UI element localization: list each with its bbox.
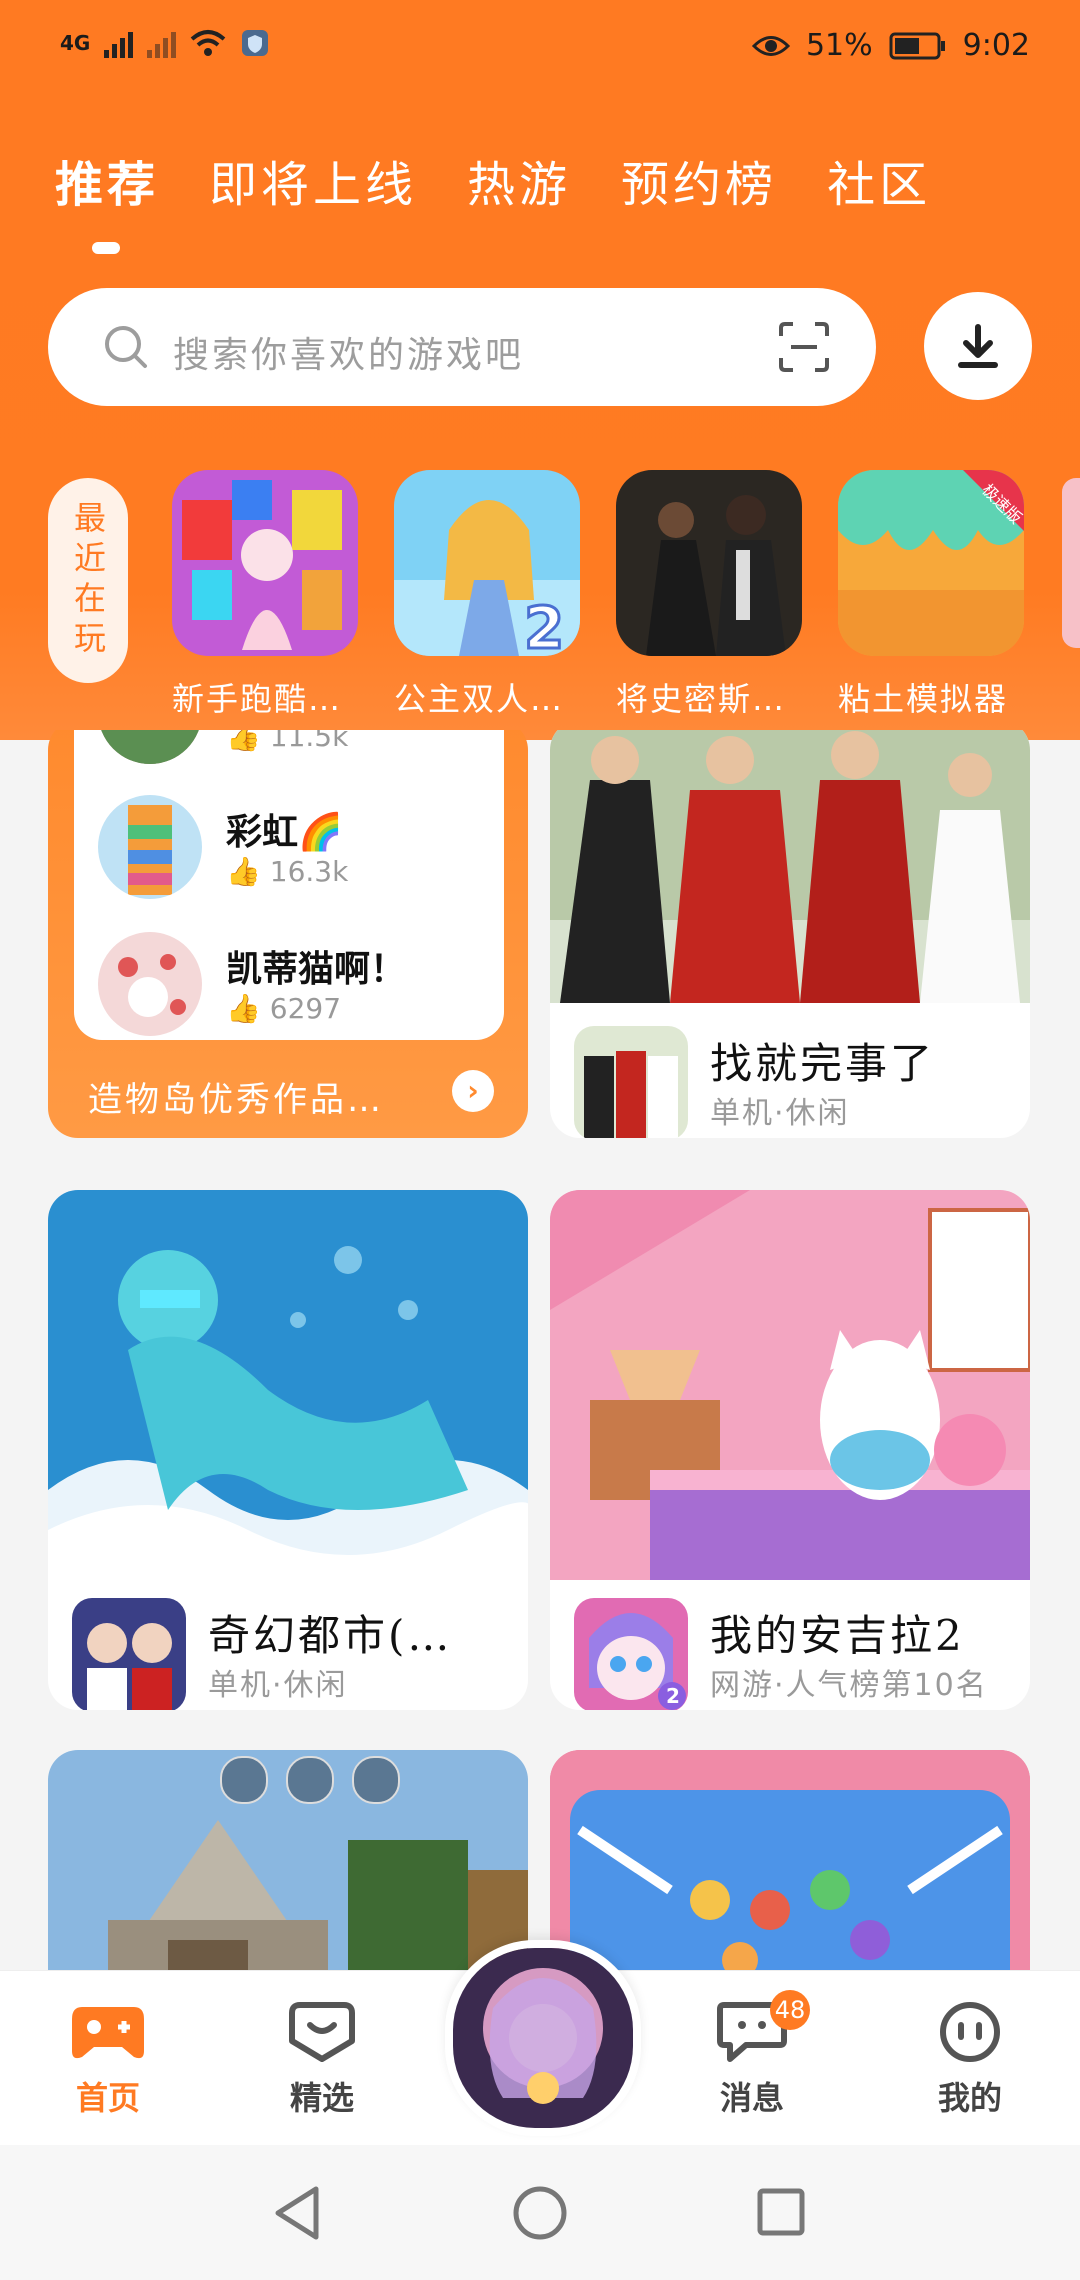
collection-name: 彩虹🌈 — [226, 812, 343, 853]
collection-thumb — [98, 795, 202, 899]
gamepad-icon — [352, 1756, 400, 1804]
recent-game-thumb — [616, 470, 802, 656]
wifi-icon — [191, 30, 226, 56]
scan-icon[interactable] — [777, 320, 831, 374]
nav-home[interactable]: 首页 — [48, 2001, 168, 2119]
likes-count: 6297 — [269, 992, 342, 1025]
game-card[interactable]: 找就完事了 单机·休闲 — [550, 730, 1030, 1138]
heart-icon — [289, 2002, 355, 2062]
recents-icon[interactable] — [756, 2187, 806, 2237]
network-label: 4G — [60, 31, 91, 55]
collection-item[interactable]: 彩虹🌈 👍 16.3k — [98, 795, 498, 905]
collection-footer: 造物岛优秀作品… — [88, 1080, 384, 1120]
center-avatar[interactable] — [445, 1940, 641, 2136]
tab-community[interactable]: 社区 — [827, 145, 931, 215]
svg-text:2: 2 — [524, 594, 564, 656]
home-icon[interactable] — [512, 2185, 568, 2241]
header: 4G 51% 9:02 推荐 即将上线 热游 预约榜 社区 搜索你喜欢的游戏吧 … — [0, 0, 1080, 740]
collection-thumb — [98, 730, 202, 764]
shield-icon — [242, 30, 269, 56]
recent-game-name: 公主双人… — [394, 680, 565, 718]
media-icons — [220, 1756, 400, 1804]
search-placeholder: 搜索你喜欢的游戏吧 — [173, 335, 525, 376]
game-subtitle: 单机·休闲 — [208, 1668, 348, 1703]
game-title: 我的安吉拉2 — [710, 1611, 965, 1660]
game-banner — [550, 730, 1030, 1003]
recent-game-thumb — [172, 470, 358, 656]
game-title: 找就完事了 — [710, 1039, 936, 1088]
collection-likes: 👍 16.3k — [226, 855, 349, 888]
game-subtitle: 单机·休闲 — [710, 1096, 850, 1131]
recent-game-name: 粘土模拟器 — [838, 680, 1009, 718]
nav-featured[interactable]: 精选 — [262, 2001, 382, 2119]
search-icon — [105, 326, 147, 368]
system-nav — [0, 2145, 1080, 2280]
download-button[interactable] — [924, 292, 1032, 400]
tab-preorder-rank[interactable]: 预约榜 — [621, 145, 777, 215]
likes-count: 16.3k — [269, 855, 349, 888]
tab-indicator — [92, 242, 120, 254]
app-icon — [72, 1598, 186, 1710]
battery-icon — [889, 32, 945, 59]
recent-game-name: 将史密斯… — [616, 680, 787, 718]
nav-me[interactable]: 我的 — [910, 2001, 1030, 2119]
message-badge: 48 — [770, 1990, 810, 2030]
video-icon — [286, 1756, 334, 1804]
collection-likes: 👍 11.5k — [226, 730, 348, 753]
tab-hot[interactable]: 热游 — [467, 145, 571, 215]
app-icon: 2 — [574, 1598, 688, 1710]
image-icon — [220, 1756, 268, 1804]
recent-game-name: 新手跑酷… — [172, 680, 343, 718]
back-icon[interactable] — [272, 2185, 322, 2241]
recent-label[interactable]: 最近在玩 — [48, 478, 128, 683]
signal-icon — [104, 28, 134, 58]
collection-name: 凯蒂猫啊！ — [226, 949, 407, 990]
recent-game-thumb: 2 — [394, 470, 580, 656]
tab-upcoming[interactable]: 即将上线 — [209, 145, 417, 215]
collection-item[interactable]: 👍 11.5k — [98, 730, 498, 770]
recent-game-3[interactable]: 将史密斯… — [616, 470, 802, 720]
svg-text:2: 2 — [666, 1684, 680, 1708]
signal-2-icon — [147, 28, 177, 58]
app-icon — [574, 1026, 688, 1138]
collection-thumb — [98, 932, 202, 1036]
game-card[interactable] — [48, 1750, 528, 1970]
recent-game-peek — [1062, 478, 1080, 648]
nav-label: 首页 — [75, 2079, 140, 2117]
eye-icon — [751, 35, 790, 56]
collection-likes: 👍 6297 — [226, 992, 342, 1025]
search-bar[interactable]: 搜索你喜欢的游戏吧 — [48, 288, 876, 406]
nav-label: 我的 — [937, 2079, 1002, 2117]
recent-game-1[interactable]: 新手跑酷… — [172, 470, 358, 720]
status-left: 4G — [60, 28, 270, 58]
collection-item[interactable]: 凯蒂猫啊！ 👍 6297 — [98, 932, 498, 1042]
game-banner — [550, 1750, 1030, 1970]
face-icon — [940, 2002, 1000, 2062]
recent-game-thumb: 极速版 — [838, 470, 1024, 656]
recent-game-2[interactable]: 2 公主双人… — [394, 470, 580, 720]
nav-label: 消息 — [719, 2079, 784, 2117]
recent-game-4[interactable]: 极速版 粘土模拟器 — [838, 470, 1024, 720]
game-subtitle: 网游·人气榜第10名 — [710, 1668, 988, 1703]
clock: 9:02 — [962, 28, 1030, 63]
game-card[interactable] — [550, 1750, 1030, 1970]
collection-card[interactable]: 👍 11.5k 彩虹🌈 👍 16.3k 凯蒂猫啊！ 👍 6297 造物岛优秀作品… — [48, 730, 528, 1138]
tab-recommend[interactable]: 推荐 — [55, 145, 159, 215]
top-tabs: 推荐 即将上线 热游 预约榜 社区 — [55, 140, 931, 220]
game-banner — [550, 1190, 1030, 1580]
battery-percent: 51% — [805, 28, 873, 63]
feed: 👍 11.5k 彩虹🌈 👍 16.3k 凯蒂猫啊！ 👍 6297 造物岛优秀作品… — [0, 730, 1080, 1970]
gamepad-icon — [72, 2007, 144, 2059]
download-icon — [958, 324, 998, 368]
likes-count: 11.5k — [269, 730, 349, 753]
status-right: 51% 9:02 — [751, 28, 1030, 63]
game-card[interactable]: 奇幻都市(… 单机·休闲 — [48, 1190, 528, 1710]
collection-list: 👍 11.5k 彩虹🌈 👍 16.3k 凯蒂猫啊！ 👍 6297 — [74, 730, 504, 1040]
game-banner — [48, 1190, 528, 1580]
status-bar: 4G 51% 9:02 — [0, 0, 1080, 90]
nav-label: 精选 — [289, 2079, 354, 2117]
game-card[interactable]: 2 我的安吉拉2 网游·人气榜第10名 — [550, 1190, 1030, 1710]
game-title: 奇幻都市(… — [208, 1611, 453, 1660]
chevron-right-icon[interactable]: › — [452, 1070, 494, 1112]
